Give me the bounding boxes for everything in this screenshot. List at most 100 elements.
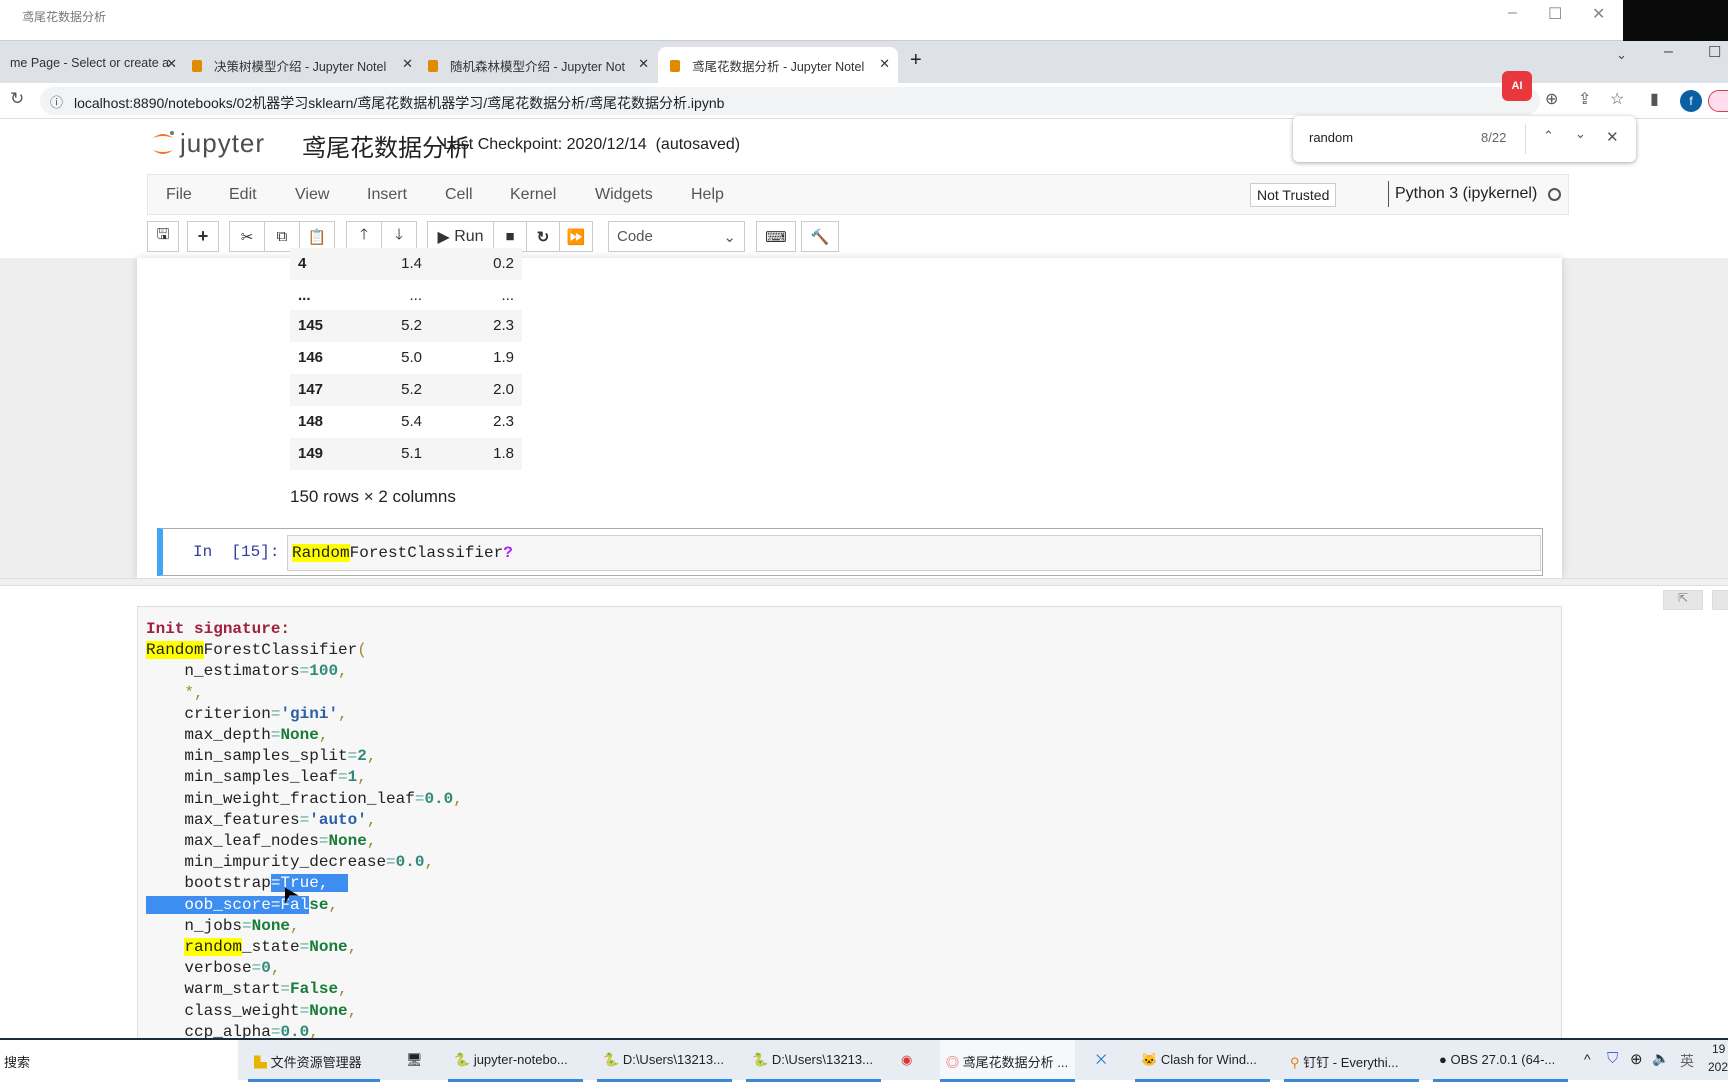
- menu-cell[interactable]: Cell: [445, 186, 473, 204]
- tab-random-forest[interactable]: 随机森林模型介绍 - Jupyter Not ✕: [422, 47, 657, 83]
- find-previous-icon[interactable]: ⌃: [1543, 128, 1554, 144]
- close-tab-icon[interactable]: ✕: [879, 56, 890, 72]
- browser-tab-strip: me Page - Select or create a ✕ 决策树模型介绍 - …: [0, 41, 1728, 83]
- code-token: None: [280, 726, 319, 745]
- close-pager-button[interactable]: [1712, 590, 1728, 610]
- profile-avatar[interactable]: f: [1680, 90, 1702, 112]
- minimize-icon[interactable]: –: [1508, 4, 1517, 22]
- jupyter-logo-text[interactable]: jupyter: [180, 128, 265, 159]
- command-palette-button[interactable]: 🔨: [801, 221, 839, 252]
- kernel-idle-icon: [1548, 188, 1561, 201]
- tab-home[interactable]: me Page - Select or create a ✕: [0, 47, 185, 83]
- table-row: 4 1.4 0.2: [290, 248, 522, 280]
- clock-time[interactable]: 19: [1712, 1042, 1725, 1056]
- share-icon[interactable]: ⇪: [1578, 89, 1591, 109]
- vscode-icon: ⨉: [1096, 1052, 1107, 1067]
- not-trusted-button[interactable]: Not Trusted: [1250, 183, 1337, 207]
- tab-search-icon[interactable]: ⌄: [1616, 47, 1627, 63]
- menu-file[interactable]: File: [166, 186, 192, 204]
- restart-button[interactable]: ↻: [526, 221, 560, 252]
- volume-icon[interactable]: 🔈: [1652, 1050, 1669, 1067]
- keyboard-shortcuts-button[interactable]: ⌨: [756, 221, 796, 252]
- tray-expand-icon[interactable]: ^: [1584, 1051, 1591, 1067]
- code-token: min_impurity_decrease: [146, 853, 387, 872]
- find-next-icon[interactable]: ⌄: [1575, 126, 1586, 142]
- cut-button[interactable]: ✂: [229, 221, 265, 252]
- code-token: Init signature:: [146, 620, 291, 638]
- network-icon[interactable]: ⊕: [1630, 1050, 1643, 1068]
- tab-iris-analysis[interactable]: 鸢尾花数据分析 - Jupyter Notel ✕: [658, 47, 898, 83]
- paste-icon: 📋: [307, 228, 327, 246]
- close-tab-icon[interactable]: ✕: [638, 56, 649, 72]
- reload-icon[interactable]: ↻: [10, 89, 24, 109]
- site-info-icon[interactable]: ⓘ: [50, 92, 63, 111]
- side-panel-icon[interactable]: ▮: [1650, 89, 1659, 109]
- jupyter-logo-icon[interactable]: [150, 128, 176, 158]
- code-cell[interactable]: In [15]: RandomForestClassifier?: [157, 528, 1543, 576]
- code-token: ,: [338, 980, 348, 999]
- menu-kernel[interactable]: Kernel: [510, 186, 556, 204]
- row-index: 146: [298, 349, 324, 366]
- code-token: ,: [366, 747, 377, 766]
- taskbar-chrome[interactable]: ◎ 鸢尾花数据分析 ...: [940, 1040, 1075, 1082]
- taskbar-terminal-2[interactable]: 🐍 D:\Users\13213...: [746, 1040, 881, 1082]
- menu-widgets[interactable]: Widgets: [595, 186, 653, 204]
- notebook-scroll-area[interactable]: 4 1.4 0.2......... 145 5.2 2.3 146 5.0 1.9 147 5.2…: [0, 248, 1728, 578]
- taskbar-everything[interactable]: ⚲ 钉钉 - Everythi...: [1284, 1040, 1419, 1082]
- close-tab-icon[interactable]: ✕: [402, 56, 413, 72]
- maximize-icon[interactable]: ☐: [1548, 4, 1562, 24]
- zoom-icon[interactable]: ⊕: [1545, 89, 1558, 109]
- security-tray-icon[interactable]: ⛉: [1607, 1050, 1618, 1067]
- code-token: 'gini': [280, 704, 339, 723]
- browser-maximize-icon[interactable]: ☐: [1708, 43, 1721, 61]
- new-tab-button[interactable]: +: [910, 49, 922, 72]
- menu-edit[interactable]: Edit: [229, 186, 257, 204]
- table-cell: 1.8: [493, 445, 514, 462]
- task-label: 钉钉 - Everythi...: [1303, 1055, 1399, 1070]
- divider: [1525, 124, 1526, 154]
- taskbar-search[interactable]: 搜索: [0, 1040, 238, 1080]
- ime-indicator[interactable]: 英: [1680, 1051, 1694, 1071]
- taskbar-file-explorer[interactable]: ▙ 文件资源管理器: [248, 1040, 380, 1082]
- taskbar-app[interactable]: 🖥: [400, 1040, 430, 1082]
- code-token: n_jobs: [146, 916, 243, 935]
- insert-cell-button[interactable]: +: [187, 221, 219, 252]
- pager-resize-handle[interactable]: [0, 578, 1728, 586]
- table-row: 146 5.0 1.9: [290, 342, 522, 374]
- cell-prompt: In [15]:: [193, 543, 280, 561]
- cell-input[interactable]: RandomForestClassifier?: [287, 535, 1541, 571]
- code-token: =: [347, 747, 358, 766]
- find-close-icon[interactable]: ✕: [1606, 128, 1619, 146]
- menu-view[interactable]: View: [295, 186, 329, 204]
- task-label: D:\Users\13213...: [771, 1052, 873, 1067]
- find-match-count: 8/22: [1481, 130, 1507, 145]
- taskbar-jupyter-notebook[interactable]: 🐍 jupyter-notebo...: [448, 1040, 583, 1082]
- url-text[interactable]: localhost:8890/notebooks/02机器学习sklearn/鸢…: [74, 93, 724, 113]
- save-button[interactable]: 🖫: [147, 221, 179, 252]
- taskbar-clash[interactable]: 🐱 Clash for Wind...: [1135, 1040, 1270, 1082]
- taskbar-app-red[interactable]: ◉: [895, 1040, 925, 1082]
- taskbar-terminal-1[interactable]: 🐍 D:\Users\13213...: [597, 1040, 732, 1082]
- menu-insert[interactable]: Insert: [367, 186, 407, 204]
- clash-icon: 🐱: [1141, 1052, 1161, 1067]
- tab-decision-tree[interactable]: 决策树模型介绍 - Jupyter Notel ✕: [186, 47, 421, 83]
- update-button[interactable]: [1708, 90, 1728, 112]
- task-label: OBS 27.0.1 (64-...: [1450, 1052, 1556, 1067]
- taskbar-vscode[interactable]: ⨉: [1090, 1040, 1120, 1082]
- table-cell: 5.2: [401, 317, 422, 334]
- bookmark-star-icon[interactable]: ☆: [1610, 89, 1624, 109]
- checkpoint-status: Last Checkpoint: 2020/12/14 (autosaved): [443, 136, 741, 153]
- close-icon[interactable]: ✕: [1592, 4, 1605, 24]
- taskbar-obs[interactable]: ● OBS 27.0.1 (64-...: [1433, 1040, 1568, 1082]
- find-input[interactable]: random: [1309, 130, 1353, 145]
- close-tab-icon[interactable]: ✕: [166, 56, 177, 72]
- open-pager-new-window-icon[interactable]: ⇱: [1663, 590, 1703, 610]
- clock-date[interactable]: 202: [1708, 1060, 1728, 1074]
- cell-type-select[interactable]: Code ⌄: [608, 221, 745, 252]
- restart-run-all-button[interactable]: ⏩: [559, 221, 593, 252]
- browser-minimize-icon[interactable]: –: [1664, 43, 1673, 61]
- kernel-name[interactable]: Python 3 (ipykernel): [1395, 185, 1537, 203]
- menu-help[interactable]: Help: [691, 186, 724, 204]
- address-bar[interactable]: ⓘ localhost:8890/notebooks/02机器学习sklearn…: [40, 87, 1540, 115]
- ai-extension-icon[interactable]: AI: [1502, 71, 1532, 101]
